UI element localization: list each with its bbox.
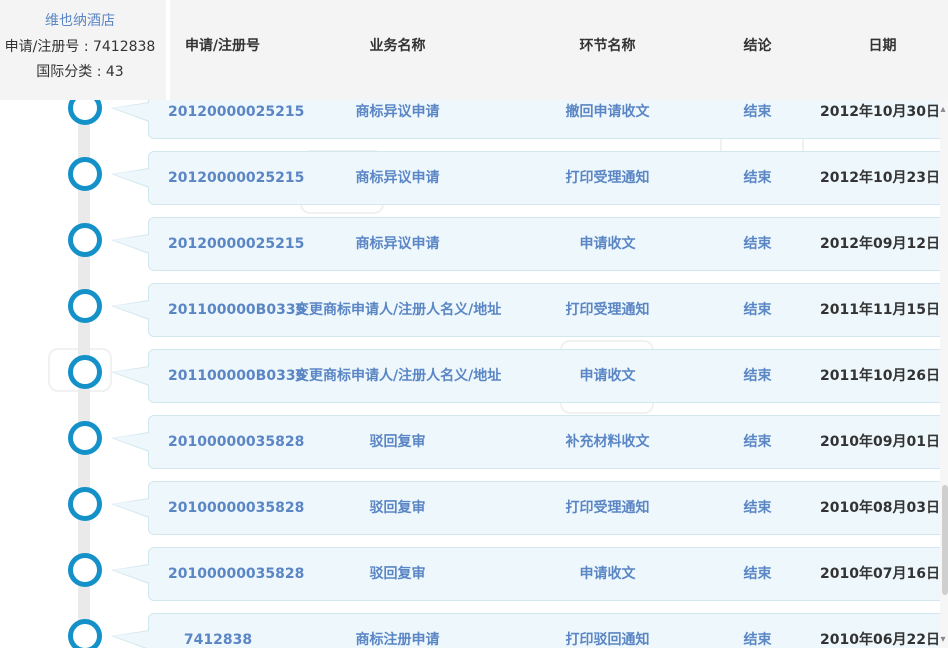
registration-number-link[interactable]: 7412838 [148, 613, 288, 648]
chevron-up-icon[interactable]: ▴ [938, 104, 948, 116]
trademark-class: 国际分类 : 43 [36, 64, 124, 80]
registration-number-link[interactable]: 201100000B0335 [148, 283, 305, 337]
result: 结束 [743, 500, 772, 516]
result: 结束 [743, 566, 772, 582]
column-header-date: 日期 [868, 38, 897, 54]
list-item[interactable]: 20120000025215 商标异议申请 申请收文 结束 2012年09月12… [0, 217, 948, 271]
stage-name: 补充材料收文 [565, 434, 650, 450]
date: 2010年09月01日 [820, 434, 940, 450]
column-header-registration-number: 申请/注册号 [184, 38, 261, 54]
divider [166, 0, 170, 100]
column-header-business-name: 业务名称 [369, 38, 426, 54]
date: 2010年07月16日 [820, 566, 940, 582]
stage-name: 打印受理通知 [565, 500, 650, 516]
date: 2011年11月15日 [820, 302, 940, 318]
list-item[interactable]: 20120000025215 商标异议申请 打印受理通知 结束 2012年10月… [0, 151, 948, 205]
trademark-timeline-page: 20120000025215 商标异议申请 撤回申请收文 结束 2012年10月… [0, 0, 948, 648]
stage-name: 申请收文 [579, 566, 636, 582]
list-item[interactable]: 201100000B0335 变更商标申请人/注册人名义/地址 申请收文 结束 … [0, 349, 948, 403]
table-header: 申请/注册号 业务名称 环节名称 结论 日期 [170, 0, 948, 100]
stage-name: 打印驳回通知 [565, 632, 650, 648]
result: 结束 [743, 368, 772, 384]
date: 2010年06月22日 [820, 632, 940, 648]
trademark-info-panel: 维也纳酒店 申请/注册号 : 7412838 国际分类 : 43 [0, 0, 166, 100]
list-item[interactable]: 7412838 商标注册申请 打印驳回通知 结束 2010年06月22日 [0, 613, 948, 648]
business-name: 变更商标申请人/注册人名义/地址 [295, 302, 502, 318]
chevron-down-icon[interactable]: ▾ [938, 634, 948, 646]
stage-name: 申请收文 [579, 368, 636, 384]
list-item[interactable]: 20100000035828 驳回复审 打印受理通知 结束 2010年08月03… [0, 481, 948, 535]
business-name: 驳回复审 [369, 500, 426, 516]
business-name: 商标异议申请 [355, 170, 440, 186]
stage-name: 打印受理通知 [565, 170, 650, 186]
list-item[interactable]: 201100000B0335 变更商标申请人/注册人名义/地址 打印受理通知 结… [0, 283, 948, 337]
result: 结束 [743, 170, 772, 186]
column-header-stage-name: 环节名称 [579, 38, 636, 54]
column-header-result: 结论 [743, 38, 772, 54]
stage-name: 打印受理通知 [565, 302, 650, 318]
result: 结束 [743, 302, 772, 318]
date: 2012年10月23日 [820, 170, 940, 186]
result: 结束 [743, 236, 772, 252]
date: 2011年10月26日 [820, 368, 940, 384]
registration-number-link[interactable]: 20120000025215 [148, 217, 304, 271]
registration-number-link[interactable]: 20100000035828 [148, 481, 304, 535]
result: 结束 [743, 632, 772, 648]
registration-number-link[interactable]: 20120000025215 [148, 151, 304, 205]
business-name: 商标注册申请 [355, 632, 440, 648]
trademark-name: 维也纳酒店 [45, 13, 115, 29]
trademark-registration-number: 申请/注册号 : 7412838 [4, 39, 156, 55]
stage-name: 申请收文 [579, 236, 636, 252]
list-item[interactable]: 20100000035828 驳回复审 申请收文 结束 2010年07月16日 [0, 547, 948, 601]
business-name: 变更商标申请人/注册人名义/地址 [295, 368, 502, 384]
registration-number-link[interactable]: 201100000B0335 [148, 349, 305, 403]
business-name: 驳回复审 [369, 566, 426, 582]
registration-number-link[interactable]: 20100000035828 [148, 415, 304, 469]
business-name: 商标异议申请 [355, 236, 440, 252]
date: 2012年09月12日 [820, 236, 940, 252]
business-name: 驳回复审 [369, 434, 426, 450]
result: 结束 [743, 434, 772, 450]
date: 2010年08月03日 [820, 500, 940, 516]
registration-number-link[interactable]: 20100000035828 [148, 547, 304, 601]
scrollbar-thumb[interactable] [942, 485, 948, 595]
list-item[interactable]: 20100000035828 驳回复审 补充材料收文 结束 2010年09月01… [0, 415, 948, 469]
